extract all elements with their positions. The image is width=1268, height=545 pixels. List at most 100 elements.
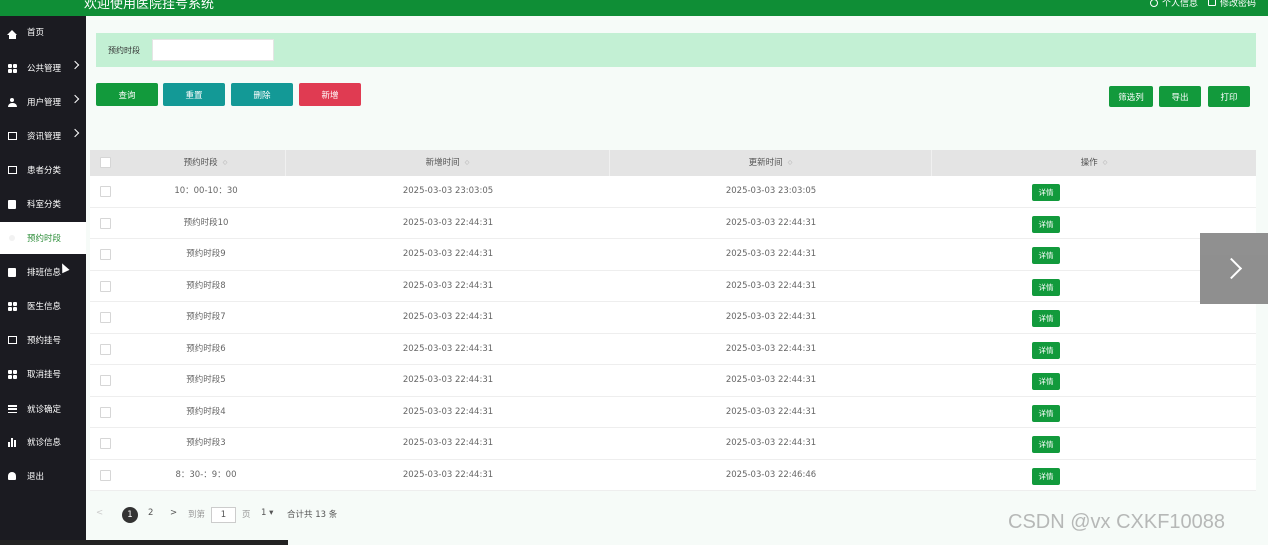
sidebar-item-news-management[interactable]: 资讯管理 [0, 120, 86, 152]
query-button[interactable]: 查询 [96, 83, 158, 106]
home-icon [7, 27, 17, 39]
cell-slot: 预约时段6 [186, 343, 226, 354]
lock-icon [1207, 0, 1216, 6]
row-checkbox[interactable] [100, 186, 111, 197]
sidebar-item-doctor-info[interactable]: 医生信息 [0, 290, 86, 322]
detail-button[interactable]: 详情 [1032, 404, 1060, 422]
delete-button[interactable]: 删除 [231, 83, 293, 106]
cell-slot: 预约时段5 [186, 375, 226, 385]
bar-chart-icon [7, 437, 17, 447]
cell-slot: 预约时段8 [186, 280, 226, 291]
cell-slot: 预约时段4 [186, 406, 226, 417]
row-checkbox[interactable] [100, 249, 111, 260]
detail-button[interactable]: 详情 [1032, 184, 1060, 201]
profile-label: 个人信息 [1161, 0, 1198, 9]
prev-page-button[interactable]: < [96, 508, 103, 518]
row-checkbox[interactable] [100, 375, 111, 386]
detail-button[interactable]: 详情 [1032, 467, 1060, 485]
detail-button[interactable]: 详情 [1032, 310, 1060, 327]
export-button[interactable]: 导出 [1159, 86, 1201, 107]
sidebar-item-home[interactable]: 首页 [0, 16, 86, 48]
cell-created: 2025-03-03 22:44:31 [402, 375, 494, 385]
print-button[interactable]: 打印 [1208, 86, 1250, 107]
detail-button[interactable]: 详情 [1032, 278, 1060, 296]
sort-icon: ◇ [1102, 159, 1108, 166]
column-header-updated[interactable]: 更新时间 ◇ [610, 150, 932, 176]
page-1-button[interactable]: 1 [122, 507, 138, 523]
sidebar-item-visit-info[interactable]: 就诊信息 [0, 426, 86, 458]
cell-updated: 2025-03-03 22:46:46 [725, 469, 817, 480]
sidebar-item-label: 患者分类 [27, 166, 62, 176]
filter-columns-button[interactable]: 筛选列 [1109, 86, 1153, 107]
sidebar-item-schedule-info[interactable]: 排班信息 [0, 256, 86, 288]
detail-button[interactable]: 详情 [1032, 215, 1060, 233]
next-slide-overlay-button[interactable] [1200, 233, 1268, 304]
table-row: 10：00-10：30 2025-03-03 23:03:05 2025-03-… [90, 176, 1256, 208]
column-header-created[interactable]: 新增时间 ◇ [286, 150, 610, 176]
sidebar-item-label: 取消挂号 [27, 370, 62, 380]
detail-button[interactable]: 详情 [1032, 436, 1060, 453]
sidebar-item-visit-confirm[interactable]: 就诊确定 [0, 393, 86, 425]
table-row: 预约时段7 2025-03-03 22:44:31 2025-03-03 22:… [90, 302, 1256, 334]
detail-button[interactable]: 详情 [1032, 247, 1060, 264]
clock-icon [7, 233, 17, 243]
search-label: 预约时段 [108, 46, 140, 55]
appointment-slot-search-input[interactable] [152, 39, 274, 61]
sidebar-item-user-management[interactable]: 用户管理 [0, 86, 86, 118]
sidebar-item-label: 首页 [27, 28, 45, 38]
cell-created: 2025-03-03 22:44:31 [402, 312, 494, 322]
column-header-actions[interactable]: 操作 ◇ [932, 150, 1256, 176]
cell-created: 2025-03-03 22:44:31 [402, 217, 494, 228]
goto-page-input[interactable]: 1 [211, 507, 236, 523]
sidebar-item-department-category[interactable]: 科室分类 [0, 188, 86, 220]
chevron-right-icon [70, 128, 80, 138]
bookmark-icon [7, 199, 17, 209]
row-checkbox[interactable] [100, 438, 111, 449]
chevron-right-icon [70, 94, 80, 104]
page-size-select[interactable]: 1 ▾ [261, 508, 273, 518]
sidebar: 首页 公共管理 用户管理 资讯管理 患者分类 科室分类 预约时段 排班信息 医生… [0, 16, 86, 545]
row-checkbox[interactable] [100, 469, 111, 481]
table-row: 预约时段6 2025-03-03 22:44:31 2025-03-03 22:… [90, 333, 1256, 365]
reset-button[interactable]: 重置 [163, 83, 225, 106]
profile-link[interactable]: 个人信息 [1149, 0, 1198, 9]
cell-updated: 2025-03-03 22:44:31 [725, 375, 817, 385]
row-checkbox[interactable] [100, 406, 111, 418]
row-checkbox[interactable] [100, 343, 111, 355]
add-button[interactable]: 新增 [299, 83, 361, 106]
row-checkbox[interactable] [100, 312, 111, 323]
page-2-button[interactable]: 2 [148, 508, 153, 518]
sidebar-item-public-management[interactable]: 公共管理 [0, 52, 86, 84]
sort-icon: ◇ [464, 159, 470, 166]
table-row: 8：30-：9：00 2025-03-03 22:44:31 2025-03-0… [90, 459, 1256, 491]
bottom-strip [0, 540, 288, 545]
change-password-link[interactable]: 修改密码 [1207, 0, 1256, 9]
column-header-slot[interactable]: 预约时段 ◇ [126, 150, 286, 176]
row-checkbox[interactable] [100, 280, 111, 292]
page-unit-label: 页 [242, 510, 251, 520]
sidebar-item-label: 预约挂号 [27, 336, 62, 346]
row-checkbox[interactable] [100, 217, 111, 229]
cell-updated: 2025-03-03 22:44:31 [725, 249, 817, 259]
chevron-right-icon [1220, 257, 1243, 280]
search-panel: 预约时段 [96, 33, 1256, 67]
sidebar-item-patient-category[interactable]: 患者分类 [0, 154, 86, 186]
goto-label: 到第 [188, 510, 206, 520]
sort-icon: ◇ [787, 159, 793, 166]
chevron-down-icon: ▾ [269, 508, 274, 518]
sidebar-item-cancel-registration[interactable]: 取消挂号 [0, 358, 86, 390]
sidebar-item-appointment-slot[interactable]: 预约时段 [0, 222, 86, 254]
bell-icon [7, 471, 17, 481]
sidebar-item-label: 公共管理 [27, 64, 62, 74]
detail-button[interactable]: 详情 [1032, 373, 1060, 390]
detail-button[interactable]: 详情 [1032, 341, 1060, 359]
select-all-checkbox[interactable] [100, 157, 111, 168]
sidebar-item-label: 资讯管理 [27, 132, 62, 142]
user-icon [7, 97, 17, 107]
chevron-right-icon [70, 60, 80, 70]
sidebar-item-appointment-registration[interactable]: 预约挂号 [0, 324, 86, 356]
cell-updated: 2025-03-03 22:44:31 [725, 217, 817, 228]
next-page-button[interactable]: > [170, 508, 177, 518]
sidebar-item-logout[interactable]: 退出 [0, 460, 86, 492]
cell-created: 2025-03-03 23:03:05 [402, 186, 494, 196]
